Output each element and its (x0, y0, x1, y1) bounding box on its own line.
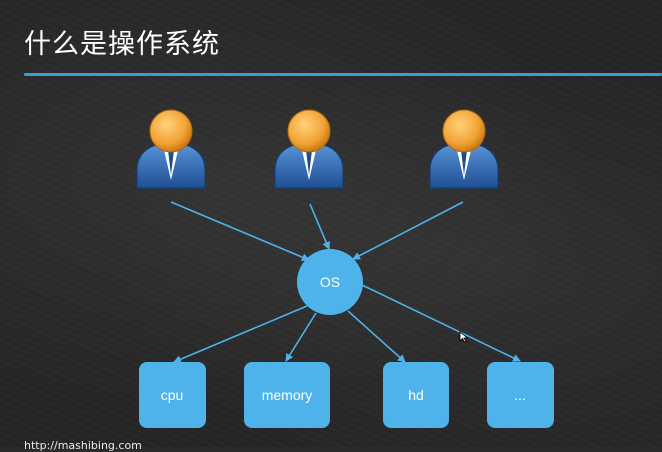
arrow-user2-to-os (309, 203, 330, 250)
resource-label-hd: hd (408, 387, 424, 403)
arrow-os-to-cpu (173, 305, 308, 363)
os-node: OS (297, 249, 363, 315)
user-icon (136, 109, 206, 189)
arrow-os-to-memory (285, 312, 317, 362)
resource-node-memory: memory (244, 362, 330, 428)
arrow-os-to-more (361, 284, 521, 362)
slide-canvas: 什么是操作系统 OS cpu memory hd ... http://mash… (0, 0, 662, 452)
arrow-user1-to-os (170, 201, 310, 261)
resource-node-more: ... (487, 362, 554, 428)
arrow-user3-to-os (352, 201, 464, 260)
resource-node-hd: hd (383, 362, 449, 428)
resource-node-cpu: cpu (139, 362, 206, 428)
user-icon (429, 109, 499, 189)
resource-label-more: ... (514, 387, 526, 403)
footer-url: http://mashibing.com (24, 439, 142, 452)
arrow-os-to-hd (347, 310, 406, 363)
resource-label-memory: memory (262, 387, 313, 403)
mouse-cursor-icon (459, 331, 469, 343)
os-label: OS (320, 274, 340, 290)
os-diagram: OS cpu memory hd ... (136, 109, 554, 428)
user-icon (274, 109, 344, 189)
resource-label-cpu: cpu (161, 387, 184, 403)
